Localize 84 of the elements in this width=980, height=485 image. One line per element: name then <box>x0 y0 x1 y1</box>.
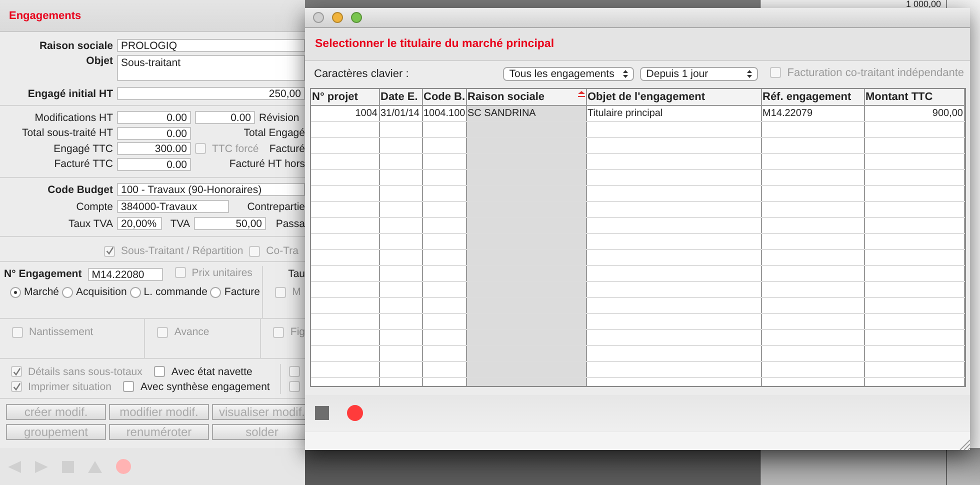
column-header[interactable]: Objet de l'engagement <box>586 89 761 106</box>
record-icon[interactable] <box>347 405 363 421</box>
window-title: Engagements <box>9 10 82 22</box>
field-label: Code Budget <box>46 184 113 196</box>
column-header[interactable]: Montant TTC <box>864 89 964 106</box>
dropdown[interactable]: Tous les engagements <box>503 67 634 81</box>
input-field[interactable]: 0.00 <box>117 111 191 124</box>
checkbox-label: Avance <box>174 326 210 338</box>
updown-icon <box>623 70 628 78</box>
field-label: Facturé <box>269 142 305 155</box>
close-button[interactable] <box>313 12 324 23</box>
field-label: Contrepartie <box>247 200 305 212</box>
field-label: Total sous-traité HT <box>20 127 113 140</box>
field-label: Engagé initial HT <box>26 88 113 100</box>
radio-label: L. commande <box>144 286 208 298</box>
field-label: Facturé TTC <box>53 158 113 170</box>
checkbox-label: Fig <box>290 326 305 338</box>
sort-icon <box>578 91 584 97</box>
input-field[interactable]: 50,00 <box>194 217 266 230</box>
field-label: Passa <box>276 218 305 230</box>
input-field[interactable]: 300.00 <box>117 142 191 156</box>
table-cell: SC SANDRINA <box>466 106 586 122</box>
checkbox-label: Nantissement <box>29 326 94 338</box>
table-cell: 900,00 <box>864 106 964 122</box>
checkbox-label: M <box>292 286 301 298</box>
input-field[interactable]: 384000-Travaux <box>117 200 229 213</box>
radio-label: Facture <box>224 286 260 298</box>
checkbox-label: Sous-Traitant / Répartition <box>121 245 244 257</box>
checkbox-label: Détails sans sous-totaux <box>28 366 142 378</box>
input-field[interactable]: PROLOGIQ <box>117 39 305 52</box>
checkbox-label: Avec état navette <box>171 366 252 378</box>
column-header[interactable]: Raison sociale <box>466 89 586 106</box>
input-field[interactable]: 20,00% <box>117 217 162 230</box>
column-header[interactable]: Date E. <box>379 89 422 106</box>
field-label: Compte <box>75 200 113 212</box>
input-field[interactable]: 0.00 <box>195 111 255 124</box>
field-label: Révision <box>259 112 300 124</box>
field-label: Raison sociale <box>38 40 113 52</box>
table-cell: M14.22079 <box>761 106 864 122</box>
input-field[interactable]: 100 - Travaux (90-Honoraires) <box>117 183 305 196</box>
table-cell: 1004.100 <box>422 106 466 122</box>
checkbox-label: Avec synthèse engagement <box>140 380 270 392</box>
dialog-heading: Selectionner le titulaire du marché principal <box>315 38 554 50</box>
input-field[interactable]: 0.00 <box>117 126 191 140</box>
table-cell: Titulaire principal <box>586 106 761 122</box>
radio-button[interactable] <box>10 286 21 298</box>
zoom-button[interactable] <box>351 12 362 23</box>
dropdown[interactable]: Depuis 1 jour <box>640 67 758 81</box>
field-label: Facturé HT hors <box>229 158 305 170</box>
amount-text: 1 000,00 <box>906 0 941 9</box>
checkbox[interactable] <box>154 366 166 377</box>
text-area[interactable]: Sous-traitant <box>117 55 305 81</box>
field-label: Caractères clavier : <box>314 68 409 80</box>
checkbox-label: Prix unitaires <box>192 266 252 279</box>
column-header[interactable]: N° projet <box>311 89 379 106</box>
record-icon[interactable] <box>116 459 131 474</box>
column-header[interactable]: Réf. engagement <box>761 89 864 106</box>
radio-label: Acquisition <box>76 286 127 298</box>
column-header[interactable]: Code B. <box>422 89 466 106</box>
radio-button[interactable] <box>130 286 141 298</box>
checkbox-label: Facturation co-traitant indépendante <box>787 66 964 79</box>
checkbox-label: Co-Tra <box>266 245 298 257</box>
table-cell: 1004 <box>311 106 379 122</box>
radio-label: Marché <box>24 286 60 298</box>
checkbox-label: TTC forcé <box>212 142 259 155</box>
radio-button[interactable] <box>62 286 74 298</box>
table-cell: 31/01/14 <box>379 106 422 122</box>
field-label: Engagé TTC <box>52 142 113 155</box>
field-label: TVA <box>169 218 190 230</box>
field-label: N° Engagement <box>4 268 82 280</box>
field-label: Total Engagé <box>244 127 305 140</box>
field-label: Tau <box>288 268 305 280</box>
field-label: Objet <box>85 55 113 67</box>
resize-handle[interactable] <box>959 439 970 450</box>
input-field[interactable]: 0.00 <box>117 158 191 171</box>
checkbox-label: Imprimer situation <box>28 380 112 392</box>
radio-button[interactable] <box>210 286 222 298</box>
checkbox[interactable] <box>123 381 134 392</box>
input-field[interactable]: 250,00 <box>117 87 305 100</box>
minimize-button[interactable] <box>332 12 343 23</box>
field-label: Taux TVA <box>67 218 113 230</box>
updown-icon <box>747 70 752 78</box>
field-label: Modifications HT <box>34 112 113 124</box>
input-field[interactable]: M14.22080 <box>88 268 163 280</box>
